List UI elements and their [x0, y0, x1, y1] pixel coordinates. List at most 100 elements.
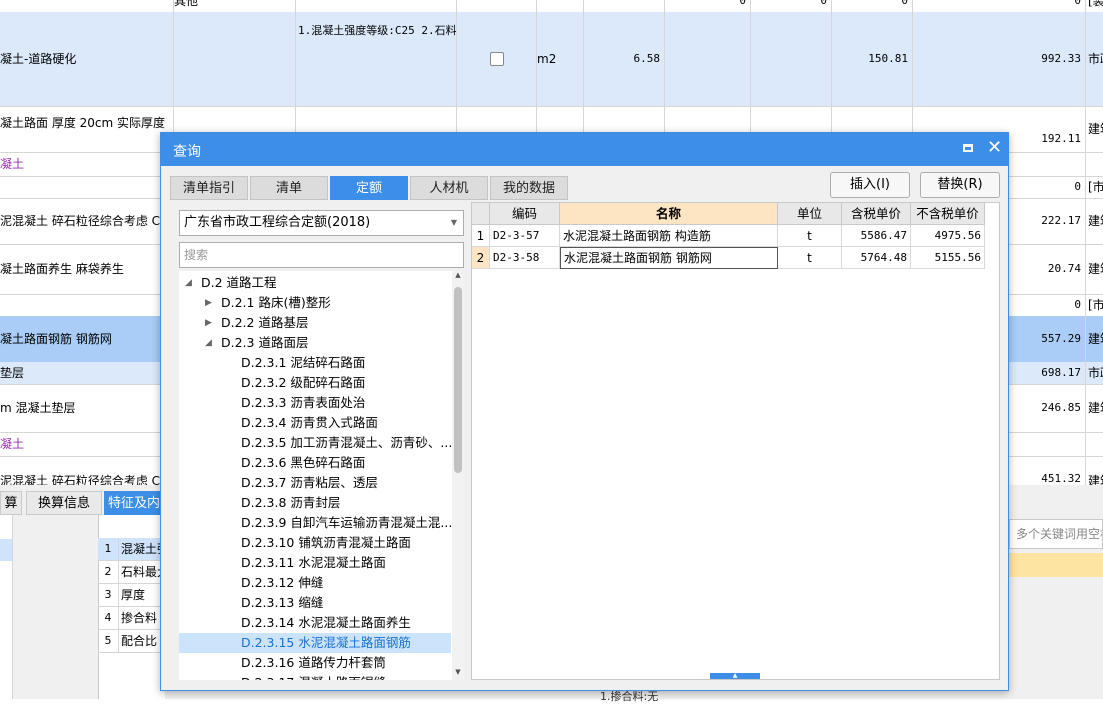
grid-cell-unit[interactable]: t: [778, 225, 842, 247]
tab-list[interactable]: 清单: [250, 176, 328, 200]
bill-row[interactable]: 凝土-道路硬化 1.混凝土强度等级:C25 2.石料最大粒径:5-40mm 3.厚…: [0, 12, 1103, 107]
tree-node[interactable]: D.2.3.7 沥青粘层、透层: [179, 473, 451, 493]
query-dialog: 查询 ✕ 清单指引 清单 定额 人材机 我的数据 插入(I) 替换(R) 广东省…: [160, 132, 1009, 691]
bill-cell-name: m 混凝土垫层: [0, 384, 174, 432]
grid-splitter-handle[interactable]: ▲: [710, 673, 760, 679]
tree-node[interactable]: ▶ D.2.1 路床(槽)整形: [179, 293, 451, 313]
feature-prop-row[interactable]: 4 掺合料: [98, 607, 164, 630]
grid-cell-tax-price[interactable]: 5764.48: [842, 247, 911, 269]
expand-right-icon[interactable]: ▶: [205, 313, 212, 333]
tab-calc[interactable]: 算: [0, 491, 22, 515]
prop-label: 配合比: [121, 634, 158, 648]
tree-node[interactable]: ◢ D.2 道路工程: [179, 273, 451, 293]
tree-search-input[interactable]: 搜索: [179, 242, 464, 268]
grid-cell-tax-price[interactable]: 5586.47: [842, 225, 911, 247]
prop-label: 掺合料: [121, 611, 158, 625]
expand-right-icon[interactable]: ▶: [205, 293, 212, 313]
tree-node[interactable]: D.2.3.5 加工沥青混凝土、沥青砂、...: [179, 433, 452, 453]
scroll-down-icon[interactable]: ▼: [452, 668, 464, 680]
bill-cell-feature: [174, 12, 296, 106]
grid-cell-notax-price[interactable]: 4975.56: [911, 225, 985, 247]
grid-corner: [472, 203, 490, 225]
feature-prop-row[interactable]: 2 石料最大: [98, 561, 169, 584]
feature-prop-row[interactable]: 3 厚度: [98, 584, 164, 607]
tree-node-label: D.2.3.12 伸缝: [241, 575, 324, 590]
tab-features[interactable]: 特征及内: [104, 491, 164, 515]
tree-node[interactable]: D.2.3.4 沥青贯入式路面: [179, 413, 451, 433]
col-header-tax-price[interactable]: 含税单价: [842, 203, 911, 225]
bill-cell-name: 凝土: [0, 432, 174, 456]
feature-prop-row[interactable]: 5 配合比: [98, 630, 164, 653]
prop-label: 厚度: [121, 588, 146, 602]
keyword-input[interactable]: 多个关键词用空格: [1009, 519, 1103, 549]
scroll-thumb[interactable]: [454, 287, 462, 473]
bill-cell-tail: 建筑: [1086, 316, 1103, 362]
bill-cell-name: [0, 0, 174, 12]
tree-node[interactable]: D.2.3.8 沥青封层: [179, 493, 451, 513]
tree-node[interactable]: D.2.3.11 水泥混凝土路面: [179, 553, 451, 573]
bill-cell-tail: [1086, 432, 1103, 456]
tree-node[interactable]: D.2.3.12 伸缝: [179, 573, 451, 593]
bill-cell-chk: [457, 0, 537, 12]
tree-node[interactable]: ▶ D.2.2 道路基层: [179, 313, 451, 333]
scroll-up-icon[interactable]: ▲: [452, 271, 464, 283]
tree-scrollbar[interactable]: ▲ ▼: [452, 271, 464, 680]
grid-cell-code[interactable]: D2-3-57: [490, 225, 560, 247]
tab-conversion-info[interactable]: 换算信息: [26, 491, 102, 515]
bill-cell-chk: [457, 12, 537, 106]
bill-cell-unit: [537, 0, 584, 12]
tree-node[interactable]: D.2.3.2 级配碎石路面: [179, 373, 451, 393]
bill-cell-feature: 其他: [174, 0, 296, 12]
insert-button[interactable]: 插入(I): [830, 172, 910, 198]
grid-cell-idx[interactable]: 1: [472, 225, 490, 247]
tree-node[interactable]: D.2.3.10 铺筑沥青混凝土路面: [179, 533, 451, 553]
tree-node[interactable]: D.2.3.14 水泥混凝土路面养生: [179, 613, 451, 633]
col-header-code[interactable]: 编码: [490, 203, 560, 225]
tab-quota[interactable]: 定额: [330, 176, 408, 200]
maximize-icon[interactable]: [963, 144, 973, 152]
tree-node[interactable]: D.2.3.1 泥结碎石路面: [179, 353, 451, 373]
grid-cell-unit[interactable]: t: [778, 247, 842, 269]
tree-node[interactable]: D.2.3.17 混凝土路面锯缝: [179, 673, 451, 680]
expand-down-icon[interactable]: ◢: [185, 273, 192, 293]
bill-cell-p1: [665, 12, 751, 106]
grid-cell-name[interactable]: 水泥混凝土路面钢筋 钢筋网: [560, 247, 778, 269]
tree-node[interactable]: D.2.3.9 自卸汽车运输沥青混凝土混...: [179, 513, 452, 533]
grid-cell-notax-price[interactable]: 5155.56: [911, 247, 985, 269]
tree-node[interactable]: D.2.3.3 沥青表面处治: [179, 393, 451, 413]
bill-cell-p2: [751, 12, 832, 106]
quota-library-select[interactable]: 广东省市政工程综合定额(2018) ▼: [179, 210, 464, 236]
tree-node-label: D.2.3.8 沥青封层: [241, 495, 341, 510]
tab-list-guide[interactable]: 清单指引: [170, 176, 248, 200]
grid-cell-code[interactable]: D2-3-58: [490, 247, 560, 269]
tab-labor-material-machine[interactable]: 人材机: [410, 176, 488, 200]
feature-prop-row[interactable]: 1 混凝土强: [98, 538, 169, 561]
grid-cell-name[interactable]: 水泥混凝土路面钢筋 构造筋: [560, 225, 778, 247]
tree-node[interactable]: D.2.3.6 黑色碎石路面: [179, 453, 451, 473]
bill-cell-tail: 建筑: [1086, 198, 1103, 244]
tree-node-label: D.2.2 道路基层: [221, 315, 309, 330]
tree-node[interactable]: ◢ D.2.3 道路面层: [179, 333, 451, 353]
expand-down-icon[interactable]: ◢: [205, 333, 212, 353]
tree-node-label: D.2.3 道路面层: [221, 335, 309, 350]
tab-my-data[interactable]: 我的数据: [490, 176, 568, 200]
tree-node[interactable]: D.2.3.13 缩缝: [179, 593, 451, 613]
row-checkbox[interactable]: [490, 52, 504, 66]
bill-cell-p2: 0: [751, 0, 832, 12]
close-icon[interactable]: ✕: [987, 137, 1002, 158]
col-header-unit[interactable]: 单位: [778, 203, 842, 225]
tree-node[interactable]: D.2.3.15 水泥混凝土路面钢筋: [179, 633, 451, 653]
replace-button[interactable]: 替换(R): [920, 172, 1000, 198]
tree-node[interactable]: D.2.3.16 道路传力杆套筒: [179, 653, 451, 673]
dialog-titlebar[interactable]: 查询 ✕: [161, 133, 1008, 166]
bill-cell-tail: [市: [1086, 294, 1103, 316]
bill-cell-name: [0, 176, 174, 198]
grid-cell-idx[interactable]: 2: [472, 247, 490, 269]
bill-cell-tail: [1086, 152, 1103, 176]
tree-node-label: D.2.3.13 缩缝: [241, 595, 324, 610]
bill-cell-tail: 建筑: [1086, 384, 1103, 432]
result-header-strip: [1009, 553, 1103, 577]
col-header-notax-price[interactable]: 不含税单价: [911, 203, 985, 225]
bottom-left-list: [0, 515, 13, 699]
col-header-name[interactable]: 名称: [560, 203, 778, 225]
